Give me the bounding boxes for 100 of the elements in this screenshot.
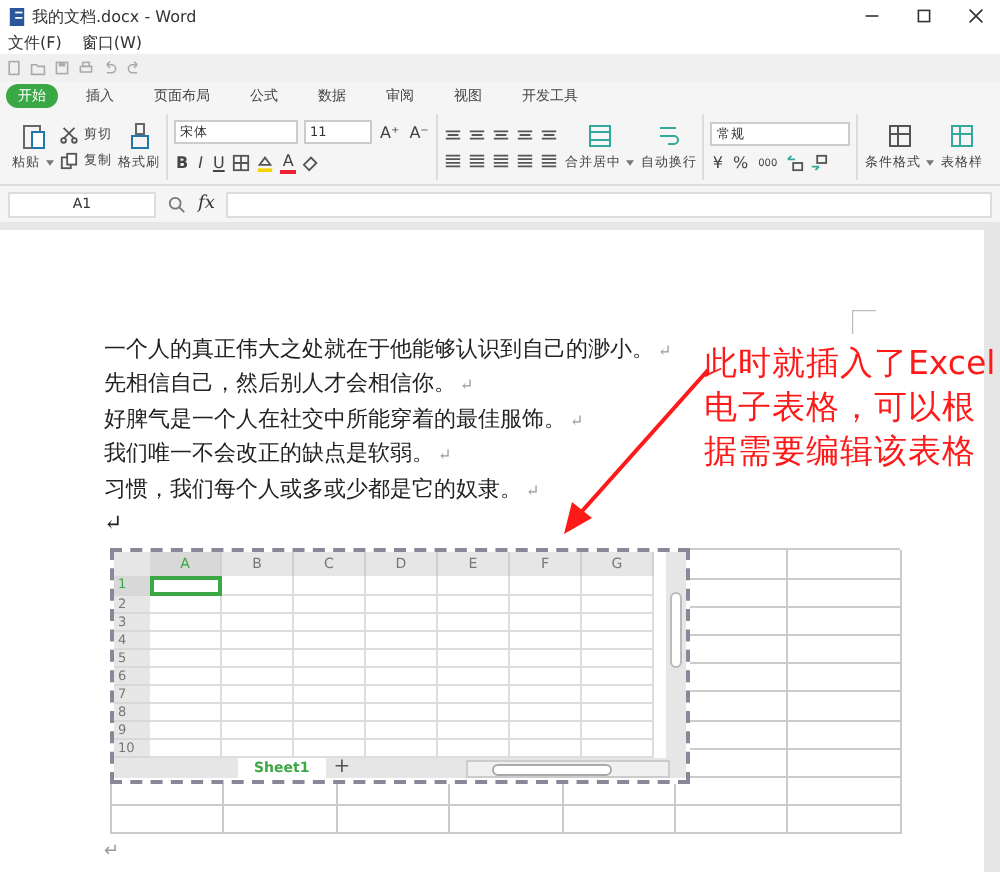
spreadsheet-cell[interactable] bbox=[366, 649, 438, 668]
scissors-icon[interactable] bbox=[60, 125, 78, 143]
spreadsheet-cell[interactable] bbox=[150, 667, 222, 686]
selected-cell[interactable] bbox=[150, 576, 222, 596]
spreadsheet-cell[interactable] bbox=[366, 667, 438, 686]
spreadsheet-cell[interactable] bbox=[582, 722, 654, 741]
spreadsheet-cell[interactable] bbox=[294, 631, 366, 650]
bold-button[interactable]: B bbox=[174, 154, 191, 172]
font-color-button[interactable]: A bbox=[280, 152, 296, 174]
spreadsheet-cell[interactable] bbox=[150, 631, 222, 650]
eraser-icon[interactable] bbox=[301, 154, 320, 172]
menu-item[interactable]: 窗口(W) bbox=[81, 32, 142, 54]
spreadsheet-cell[interactable] bbox=[294, 704, 366, 723]
spreadsheet-cell[interactable] bbox=[222, 667, 294, 686]
spreadsheet-cell[interactable] bbox=[366, 613, 438, 632]
spreadsheet-cell[interactable] bbox=[510, 722, 582, 741]
table-style-icon[interactable] bbox=[949, 122, 974, 150]
spreadsheet-cell[interactable] bbox=[294, 576, 366, 596]
wrap-text-icon[interactable] bbox=[656, 122, 681, 150]
spreadsheet-cell[interactable] bbox=[582, 576, 654, 596]
caret-icon[interactable] bbox=[626, 160, 635, 166]
align-icon[interactable] bbox=[540, 151, 559, 169]
spreadsheet-cell[interactable] bbox=[510, 631, 582, 650]
redo-icon[interactable] bbox=[126, 60, 142, 76]
align-icon[interactable] bbox=[468, 125, 487, 143]
vertical-scrollbar[interactable] bbox=[666, 552, 686, 761]
table-grid-icon[interactable] bbox=[887, 122, 912, 150]
border-icon[interactable] bbox=[232, 154, 251, 172]
align-icon[interactable] bbox=[516, 151, 535, 169]
horizontal-scrollbar[interactable] bbox=[466, 759, 671, 778]
folder-icon[interactable] bbox=[30, 60, 46, 76]
decrease-decimal-icon[interactable] bbox=[809, 154, 828, 172]
shrink-font-button[interactable]: A⁻ bbox=[407, 123, 431, 141]
spreadsheet-cell[interactable] bbox=[294, 649, 366, 668]
spreadsheet-cell[interactable] bbox=[222, 613, 294, 632]
underline-button[interactable]: U bbox=[210, 154, 227, 172]
new-file-icon[interactable] bbox=[6, 60, 22, 76]
spreadsheet-cell[interactable] bbox=[438, 631, 510, 650]
italic-button[interactable]: I bbox=[196, 154, 205, 172]
spreadsheet-cell[interactable] bbox=[222, 631, 294, 650]
align-icon[interactable] bbox=[444, 151, 463, 169]
spreadsheet-cell[interactable] bbox=[438, 595, 510, 614]
spreadsheet-cell[interactable] bbox=[222, 686, 294, 705]
spreadsheet-cell[interactable] bbox=[150, 595, 222, 614]
spreadsheet-cell[interactable] bbox=[366, 595, 438, 614]
maximize-icon[interactable] bbox=[916, 8, 932, 24]
spreadsheet-cell[interactable] bbox=[582, 613, 654, 632]
save-icon[interactable] bbox=[54, 60, 70, 76]
spreadsheet-cell[interactable] bbox=[510, 649, 582, 668]
align-icon[interactable] bbox=[468, 151, 487, 169]
print-icon[interactable] bbox=[78, 60, 94, 76]
spreadsheet-cell[interactable] bbox=[438, 722, 510, 741]
spreadsheet-cell[interactable] bbox=[438, 686, 510, 705]
grow-font-button[interactable]: A⁺ bbox=[378, 123, 402, 141]
spreadsheet-cell[interactable] bbox=[150, 704, 222, 723]
menu-item[interactable]: 文件(F) bbox=[8, 32, 62, 54]
spreadsheet-cell[interactable] bbox=[510, 595, 582, 614]
spreadsheet-cell[interactable] bbox=[294, 686, 366, 705]
zoom-icon[interactable] bbox=[168, 195, 186, 213]
spreadsheet-cell[interactable] bbox=[222, 649, 294, 668]
spreadsheet-cell[interactable] bbox=[366, 631, 438, 650]
spreadsheet-cell[interactable] bbox=[510, 576, 582, 596]
spreadsheet-cell[interactable] bbox=[222, 704, 294, 723]
formula-field[interactable] bbox=[226, 191, 992, 217]
spreadsheet-cell[interactable] bbox=[150, 613, 222, 632]
currency-button[interactable]: ¥ bbox=[710, 154, 725, 172]
spreadsheet-cell[interactable] bbox=[366, 722, 438, 741]
spreadsheet-cell[interactable] bbox=[582, 667, 654, 686]
spreadsheet-cell[interactable] bbox=[510, 613, 582, 632]
align-icon[interactable] bbox=[444, 125, 463, 143]
select-all-corner[interactable] bbox=[114, 552, 150, 577]
spreadsheet-cell[interactable] bbox=[150, 649, 222, 668]
spreadsheet-cell[interactable] bbox=[222, 595, 294, 614]
spreadsheet-cell[interactable] bbox=[438, 613, 510, 632]
spreadsheet-cell[interactable] bbox=[150, 686, 222, 705]
close-icon[interactable] bbox=[968, 8, 984, 24]
add-sheet-button[interactable]: + bbox=[333, 758, 351, 779]
spreadsheet-cell[interactable] bbox=[222, 576, 294, 596]
function-button[interactable]: fx bbox=[198, 194, 215, 214]
spreadsheet-cell[interactable] bbox=[438, 704, 510, 723]
spreadsheet-cell[interactable] bbox=[510, 686, 582, 705]
fill-icon[interactable] bbox=[256, 154, 275, 172]
increase-decimal-icon[interactable] bbox=[785, 154, 804, 172]
spreadsheet-cell[interactable] bbox=[438, 667, 510, 686]
spreadsheet-cell[interactable] bbox=[510, 704, 582, 723]
spreadsheet-cell[interactable] bbox=[294, 595, 366, 614]
spreadsheet-cell[interactable] bbox=[582, 631, 654, 650]
spreadsheet-cell[interactable] bbox=[366, 576, 438, 596]
spreadsheet-cell[interactable] bbox=[294, 722, 366, 741]
spreadsheet-cell[interactable] bbox=[294, 667, 366, 686]
spreadsheet-cell[interactable] bbox=[438, 576, 510, 596]
clipboard-icon[interactable] bbox=[21, 122, 45, 150]
spreadsheet-cell[interactable] bbox=[510, 667, 582, 686]
spreadsheet-cell[interactable] bbox=[366, 686, 438, 705]
caret-icon[interactable] bbox=[926, 160, 935, 166]
spreadsheet-cell[interactable] bbox=[294, 613, 366, 632]
copy-icon[interactable] bbox=[60, 151, 78, 169]
spreadsheet-cell[interactable] bbox=[438, 649, 510, 668]
spreadsheet-cell[interactable] bbox=[582, 704, 654, 723]
undo-icon[interactable] bbox=[102, 60, 118, 76]
